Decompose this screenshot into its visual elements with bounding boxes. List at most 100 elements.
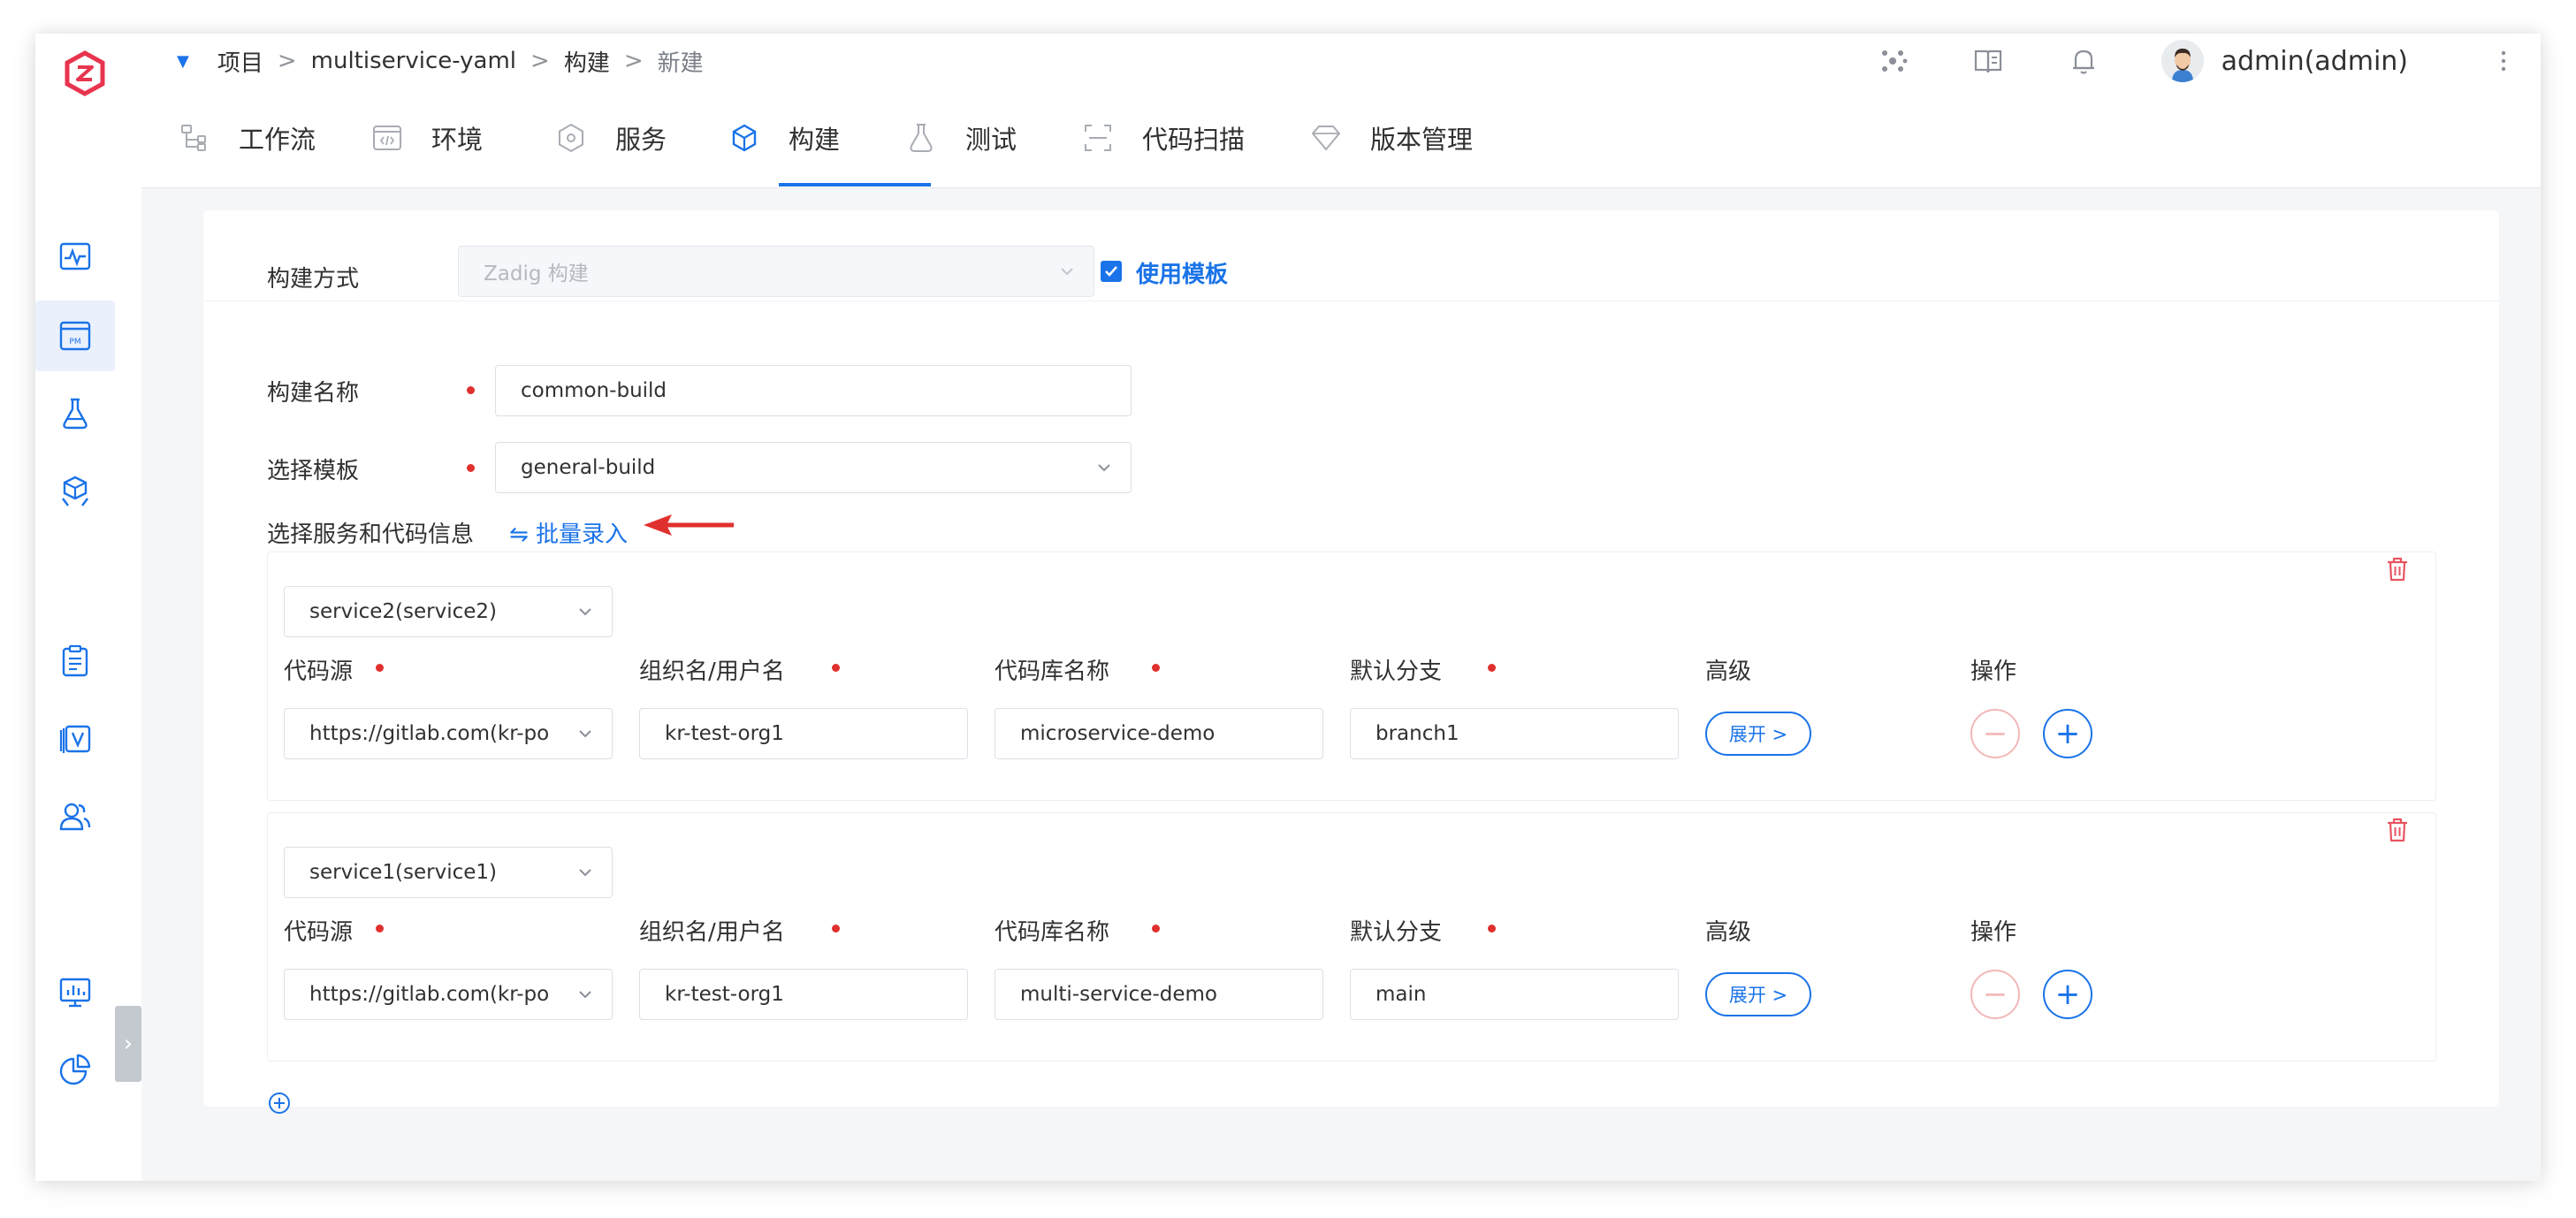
- service-select[interactable]: service2(service2): [284, 586, 613, 637]
- code-source-value: https://gitlab.com(kr-po: [309, 722, 550, 745]
- breadcrumb-item[interactable]: multiservice-yaml: [311, 48, 516, 74]
- org-value: kr-test-org1: [665, 983, 784, 1006]
- package-hand-icon: [62, 476, 88, 506]
- sidebar-item-testing[interactable]: [35, 378, 115, 449]
- build-method-label: 构建方式: [267, 266, 360, 293]
- breadcrumb-item[interactable]: 构建: [564, 45, 610, 78]
- breadcrumb-current: 新建: [657, 49, 704, 77]
- actions-label: 操作: [1970, 658, 2017, 685]
- sidebar-item-projects[interactable]: PM: [35, 301, 115, 371]
- code-source-label: 代码源: [284, 658, 354, 685]
- tab-code-scan[interactable]: 代码扫描: [1080, 88, 1245, 187]
- chevron-down-icon: [1061, 268, 1073, 276]
- service-block: service2(service2) 代码源 组织名/用户名 代码库名称 默认分…: [267, 552, 2436, 801]
- sidebar-item-monitor[interactable]: [35, 221, 115, 292]
- breadcrumb-item[interactable]: 项目: [217, 45, 263, 78]
- code-source-select[interactable]: https://gitlab.com(kr-po: [284, 708, 613, 759]
- version-v-icon: [59, 725, 91, 753]
- service-select[interactable]: service1(service1): [284, 847, 613, 898]
- tab-label: 版本管理: [1370, 125, 1474, 155]
- service-block: service1(service1) 代码源 组织名/用户名 代码库名称 默认分…: [267, 812, 2436, 1062]
- build-method-select: Zadig 构建: [458, 246, 1094, 297]
- users-icon: [59, 803, 91, 831]
- zadig-logo-icon[interactable]: [58, 48, 111, 101]
- branch-label: 默认分支: [1350, 658, 1443, 685]
- trash-icon[interactable]: [2385, 556, 2410, 582]
- svg-text:PM: PM: [69, 338, 80, 346]
- repo-value: microservice-demo: [1020, 722, 1216, 745]
- sidebar-item-delivery[interactable]: [35, 456, 115, 527]
- chevron-right-icon: ›: [123, 1031, 133, 1057]
- tab-build[interactable]: 构建: [727, 88, 840, 187]
- breadcrumb-separator: >: [623, 48, 644, 74]
- expand-advanced-button[interactable]: 展开 >: [1705, 712, 1811, 756]
- tab-test[interactable]: 测试: [903, 88, 1017, 187]
- docs-book-icon[interactable]: [1970, 43, 2006, 79]
- actions-label: 操作: [1970, 919, 2017, 946]
- remove-repo-button[interactable]: −: [1970, 970, 2020, 1019]
- add-repo-button[interactable]: +: [2043, 970, 2092, 1019]
- remove-repo-button[interactable]: −: [1970, 709, 2020, 758]
- required-dot: [832, 925, 840, 933]
- advanced-label: 高级: [1705, 658, 1752, 685]
- test-icon: [910, 124, 933, 152]
- chevron-down-icon: [1098, 464, 1110, 472]
- add-service-icon[interactable]: [267, 1091, 292, 1115]
- red-arrow-annotation-icon: [644, 514, 734, 536]
- template-select[interactable]: general-build: [495, 442, 1132, 493]
- services-label: 选择服务和代码信息: [267, 521, 475, 548]
- build-method-value: Zadig 构建: [484, 263, 589, 285]
- trash-icon[interactable]: [2385, 817, 2410, 843]
- use-template-checkbox[interactable]: [1101, 261, 1122, 282]
- use-template-label[interactable]: 使用模板: [1136, 256, 1228, 289]
- sidebar-item-plans[interactable]: [35, 626, 115, 697]
- sidebar-item-dashboard[interactable]: [35, 956, 115, 1027]
- required-dot: [376, 925, 384, 933]
- pulse-icon: [59, 242, 91, 270]
- breadcrumb-separator: >: [530, 48, 550, 74]
- batch-entry-link[interactable]: ⇋ 批量录入: [509, 516, 628, 549]
- org-input[interactable]: kr-test-org1: [639, 708, 968, 759]
- active-tab-indicator: [779, 183, 931, 187]
- chevron-down-icon: [579, 608, 591, 616]
- app-window: PM › ▼ 项目 > multiservice-yaml > 构建 > 新建 …: [35, 34, 2541, 1181]
- required-dot: [1152, 664, 1160, 672]
- branch-label: 默认分支: [1350, 919, 1443, 946]
- tab-version-management[interactable]: 版本管理: [1308, 88, 1473, 187]
- tab-environment[interactable]: 环境: [370, 88, 483, 187]
- build-name-label: 构建名称: [267, 380, 360, 407]
- branch-input[interactable]: main: [1350, 969, 1679, 1020]
- add-repo-button[interactable]: +: [2043, 709, 2092, 758]
- sidebar-expand-toggle[interactable]: ›: [115, 1006, 141, 1082]
- branch-value: branch1: [1376, 722, 1459, 745]
- repo-value: multi-service-demo: [1020, 983, 1217, 1006]
- workflow-icon: [181, 125, 206, 151]
- required-dot: [467, 464, 475, 472]
- org-value: kr-test-org1: [665, 722, 784, 745]
- caret-down-icon[interactable]: ▼: [177, 52, 189, 71]
- required-dot: [832, 664, 840, 672]
- repo-input[interactable]: multi-service-demo: [995, 969, 1323, 1020]
- branch-input[interactable]: branch1: [1350, 708, 1679, 759]
- code-source-select[interactable]: https://gitlab.com(kr-po: [284, 969, 613, 1020]
- advanced-label: 高级: [1705, 919, 1752, 946]
- tab-label: 环境: [431, 125, 484, 155]
- tab-workflow[interactable]: 工作流: [177, 88, 316, 187]
- org-input[interactable]: kr-test-org1: [639, 969, 968, 1020]
- expand-advanced-button[interactable]: 展开 >: [1705, 972, 1811, 1016]
- avatar[interactable]: [2161, 40, 2204, 82]
- more-vertical-icon[interactable]: [2486, 43, 2521, 79]
- branch-value: main: [1376, 983, 1427, 1006]
- user-name[interactable]: admin(admin): [2222, 46, 2408, 77]
- sidebar-item-users[interactable]: [35, 781, 115, 852]
- sidebar-item-statistics[interactable]: [35, 1034, 115, 1105]
- repo-input[interactable]: microservice-demo: [995, 708, 1323, 759]
- tab-service[interactable]: 服务: [553, 88, 667, 187]
- build-icon: [732, 124, 757, 152]
- tab-label: 构建: [789, 125, 841, 155]
- plugin-nodes-icon[interactable]: [1875, 43, 1910, 79]
- org-label: 组织名/用户名: [639, 919, 785, 946]
- bell-icon[interactable]: [2066, 43, 2101, 79]
- sidebar-item-versions[interactable]: [35, 704, 115, 774]
- build-name-input[interactable]: common-build: [495, 365, 1132, 416]
